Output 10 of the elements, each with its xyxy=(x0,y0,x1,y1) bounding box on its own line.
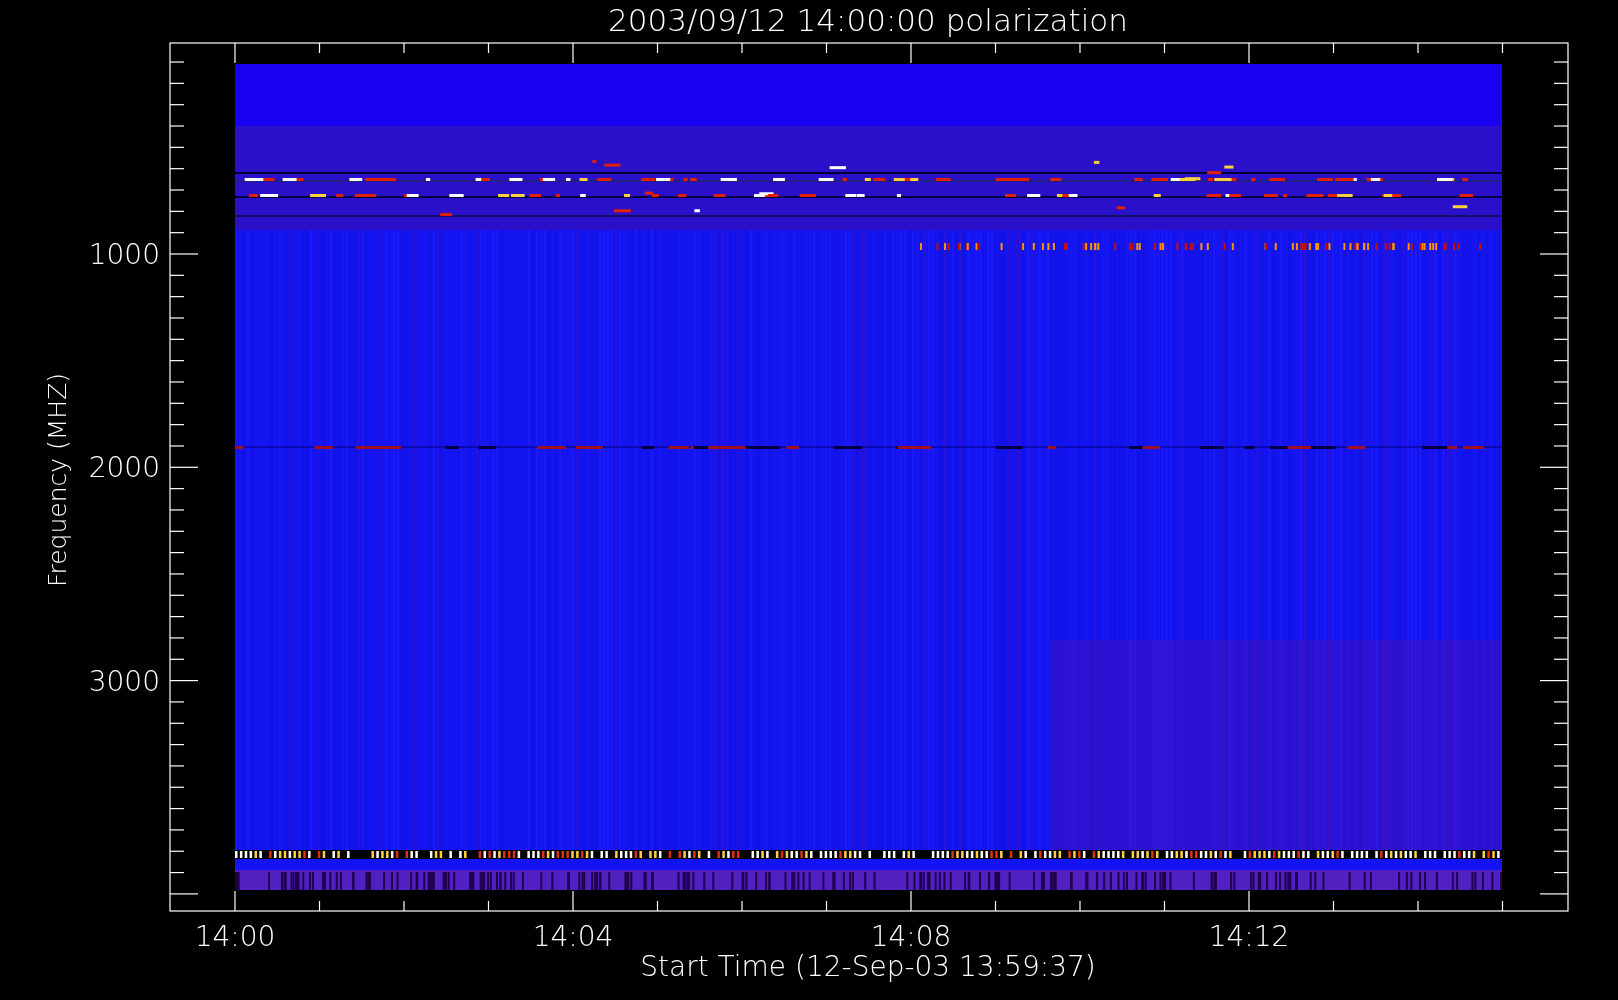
tick-label: 14:12 xyxy=(1208,920,1290,953)
plot-title: 2003/09/12 14:00:00 polarization xyxy=(608,2,1128,38)
tick-label: 2000 xyxy=(88,451,160,485)
tick-label: 14:00 xyxy=(194,920,276,953)
axis-title: Frequency (MHZ) xyxy=(43,372,72,588)
tick-label: 1000 xyxy=(88,238,160,271)
tick-label: 14:04 xyxy=(532,920,614,953)
tick-label: 14:08 xyxy=(870,920,952,953)
tick-label: 3000 xyxy=(88,664,160,698)
axis-title: Start Time (12-Sep-03 13:59:37) xyxy=(640,950,1096,983)
